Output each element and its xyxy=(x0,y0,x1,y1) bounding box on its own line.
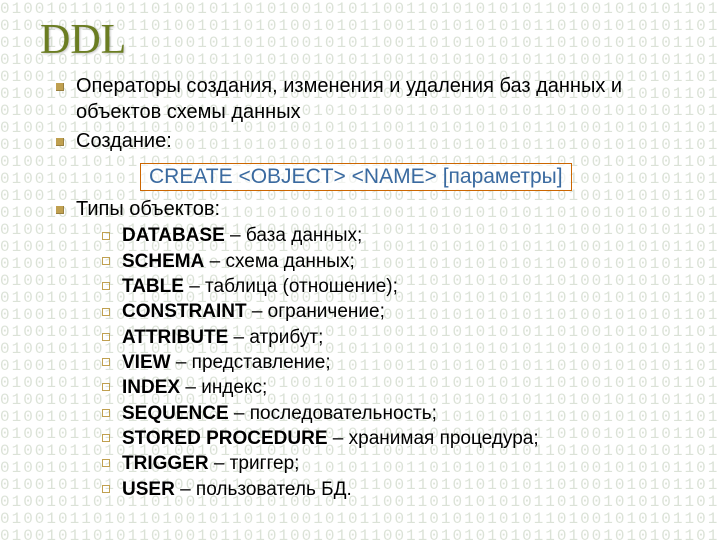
object-type-item: STORED PROCEDURE – хранимая процедура; xyxy=(102,427,660,451)
types-outer-list: Типы объектов: DATABASE – база данных;SC… xyxy=(40,197,660,502)
object-type-description: – триггер; xyxy=(209,453,300,474)
object-type-item: SCHEMA – схема данных; xyxy=(102,250,660,274)
slide-title: DDL xyxy=(40,10,660,64)
object-type-description: – атрибут; xyxy=(228,327,323,348)
object-type-keyword: SEQUENCE xyxy=(122,403,229,424)
list-item-text: Создание: xyxy=(76,130,172,152)
object-type-keyword: VIEW xyxy=(122,352,171,373)
object-type-description: – последовательность; xyxy=(229,403,437,424)
object-type-item: CONSTRAINT – ограничение; xyxy=(102,300,660,324)
object-type-description: – схема данных; xyxy=(204,251,354,272)
list-item-text: Операторы создания, изменения и удаления… xyxy=(76,75,622,123)
object-type-keyword: STORED PROCEDURE xyxy=(122,428,328,449)
object-type-keyword: TRIGGER xyxy=(122,453,209,474)
object-type-item: INDEX – индекс; xyxy=(102,376,660,400)
main-list: Операторы создания, изменения и удаления… xyxy=(40,74,660,155)
object-type-keyword: INDEX xyxy=(122,377,180,398)
object-type-item: ATTRIBUTE – атрибут; xyxy=(102,326,660,350)
object-type-item: TABLE – таблица (отношение); xyxy=(102,275,660,299)
bg-line: 0100101101011010010110101001010110011010… xyxy=(0,510,720,527)
object-type-item: DATABASE – база данных; xyxy=(102,224,660,248)
object-type-keyword: SCHEMA xyxy=(122,251,204,272)
object-type-description: – таблица (отношение); xyxy=(184,276,398,297)
object-type-description: – база данных; xyxy=(225,225,363,246)
object-type-keyword: DATABASE xyxy=(122,225,225,246)
object-type-description: – представление; xyxy=(171,352,331,373)
object-type-description: – индекс; xyxy=(180,377,267,398)
object-type-keyword: CONSTRAINT xyxy=(122,301,247,322)
object-type-description: – пользователь БД. xyxy=(175,479,352,500)
object-type-keyword: TABLE xyxy=(122,276,184,297)
syntax-text: CREATE <OBJECT> <NAME> [параметры] xyxy=(149,165,563,188)
object-type-item: VIEW – представление; xyxy=(102,351,660,375)
bg-line: 0100101101011010010110101001010110011010… xyxy=(0,527,720,540)
object-type-item: SEQUENCE – последовательность; xyxy=(102,402,660,426)
object-type-keyword: ATTRIBUTE xyxy=(122,327,228,348)
list-item-text: Типы объектов: xyxy=(76,198,220,220)
slide: 0100101101011010010110101001010110011010… xyxy=(0,0,720,540)
object-type-item: TRIGGER – триггер; xyxy=(102,452,660,476)
object-type-description: – хранимая процедура; xyxy=(328,428,539,449)
object-types-list: DATABASE – база данных;SCHEMA – схема да… xyxy=(76,224,660,501)
list-item: Создание: xyxy=(56,129,660,155)
object-type-item: USER – пользователь БД. xyxy=(102,478,660,502)
list-item: Типы объектов: DATABASE – база данных;SC… xyxy=(56,197,660,502)
object-type-description: – ограничение; xyxy=(247,301,385,322)
list-item: Операторы создания, изменения и удаления… xyxy=(56,74,660,125)
syntax-box: CREATE <OBJECT> <NAME> [параметры] xyxy=(140,163,572,191)
object-type-keyword: USER xyxy=(122,479,175,500)
slide-content: DDL Операторы создания, изменения и удал… xyxy=(40,10,660,502)
